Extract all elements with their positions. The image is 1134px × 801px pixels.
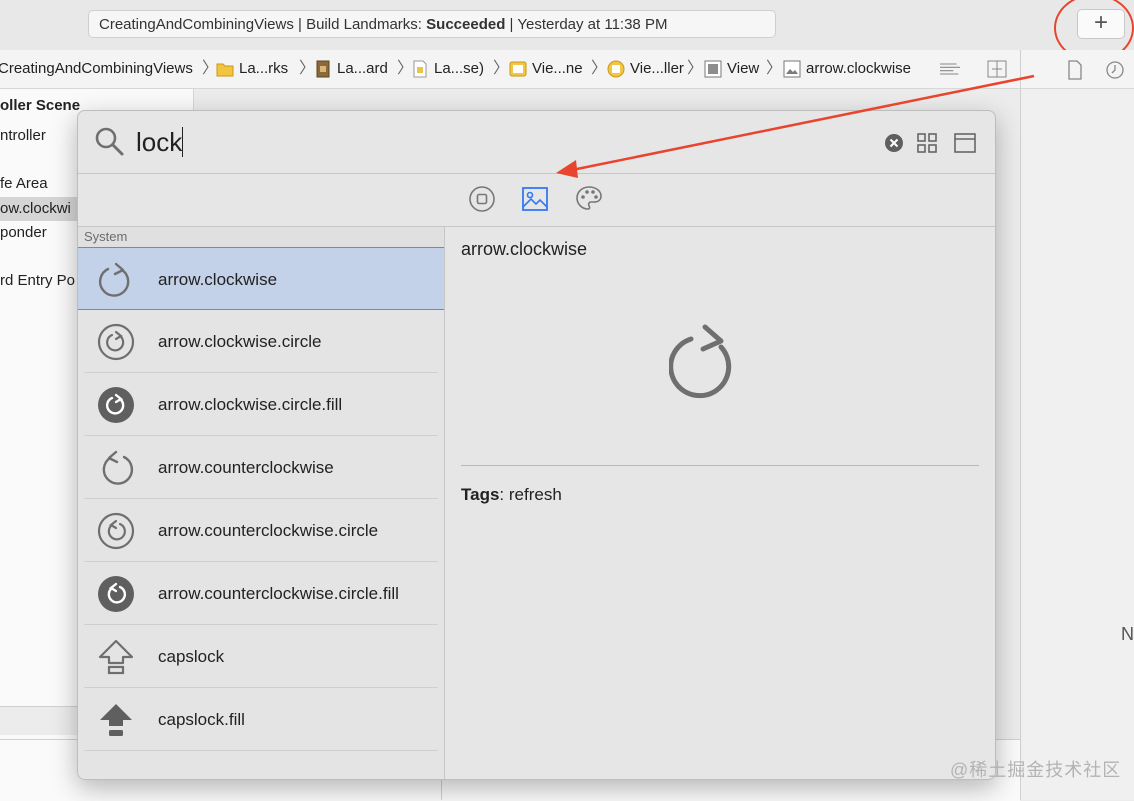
annotation-arrow: [556, 74, 1035, 178]
watermark: @稀土掘金技术社区: [950, 760, 1122, 780]
